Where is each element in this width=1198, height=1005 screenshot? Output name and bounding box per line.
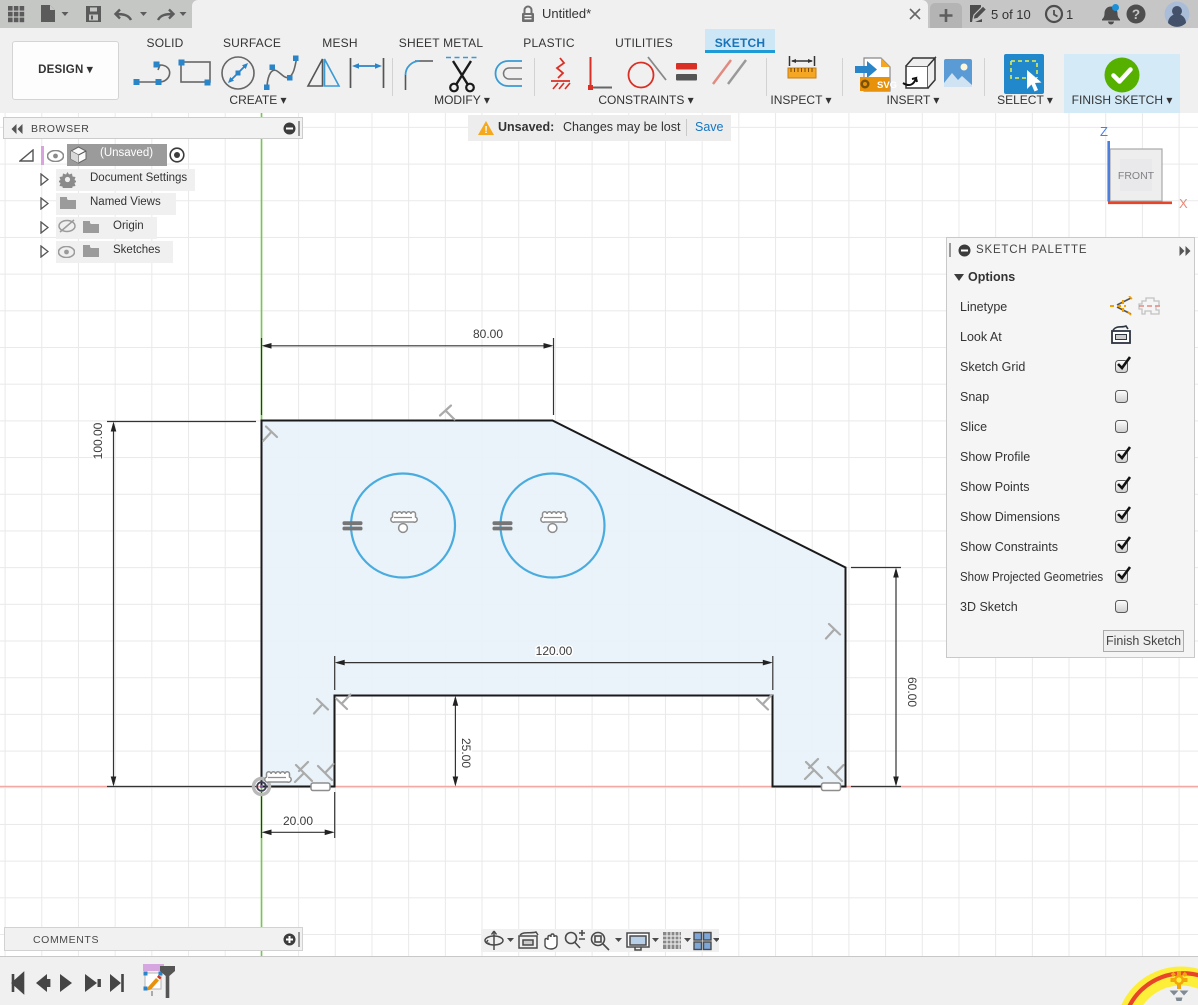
svg-text:X: X	[1179, 196, 1188, 211]
svg-text:20.00: 20.00	[283, 814, 313, 828]
svg-text:100.00: 100.00	[91, 422, 105, 459]
svg-text:1: 1	[1066, 7, 1073, 22]
svg-text:?: ?	[1132, 7, 1140, 22]
svg-text:!: !	[484, 125, 487, 136]
svg-text:80.00: 80.00	[473, 327, 503, 341]
svg-text:SVG: SVG	[877, 80, 897, 91]
svg-text:5 of 10: 5 of 10	[991, 7, 1031, 22]
svg-text:Z: Z	[1100, 124, 1108, 139]
svg-text:25.00: 25.00	[459, 738, 473, 768]
svg-text:FRONT: FRONT	[1118, 170, 1155, 182]
svg-text:60.00: 60.00	[905, 677, 919, 707]
svg-text:120.00: 120.00	[536, 644, 573, 658]
